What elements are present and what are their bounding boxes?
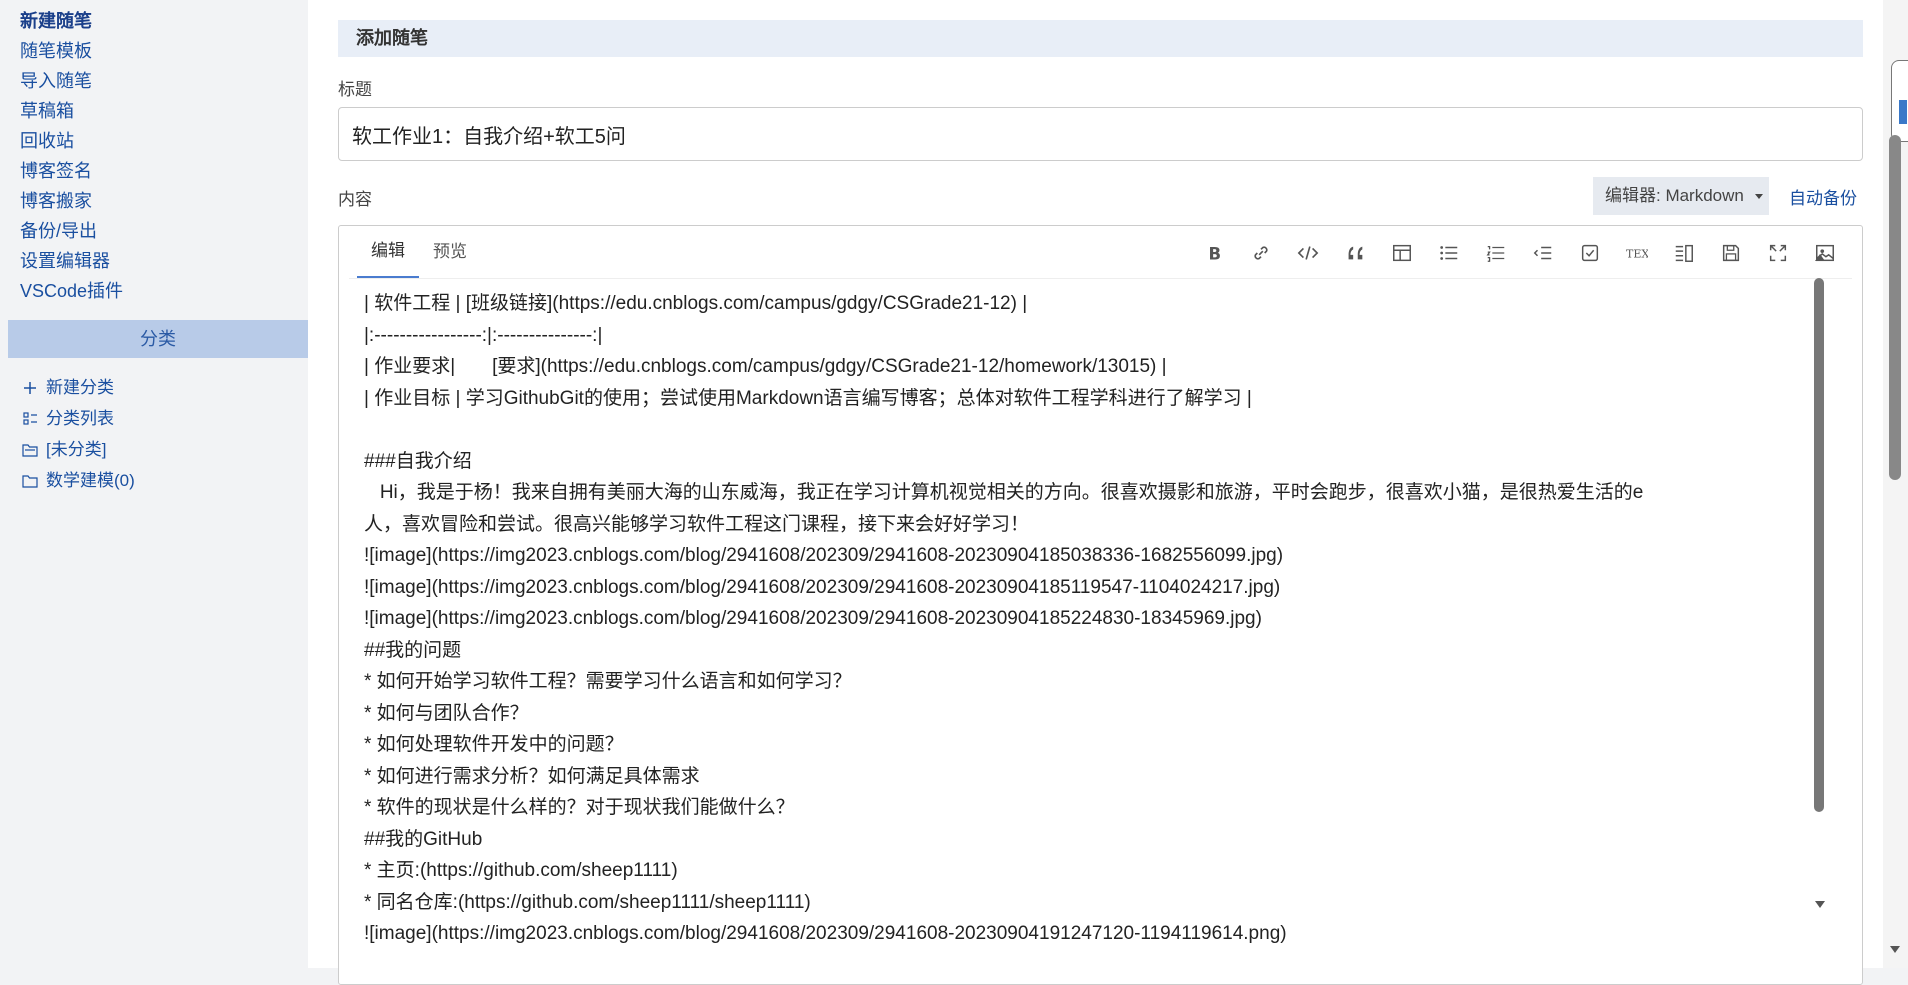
scroll-up-icon[interactable]: [1815, 254, 1825, 261]
indent-icon[interactable]: [1519, 240, 1566, 266]
tex-icon[interactable]: TEX: [1613, 240, 1660, 266]
tab-preview[interactable]: 预览: [419, 226, 481, 278]
category-item-math-modeling[interactable]: 数学建模(0): [20, 465, 308, 496]
content-line: * 如何与团队合作？: [364, 702, 529, 724]
svg-text:TEX: TEX: [1626, 248, 1648, 261]
content-line: * 如何开始学习软件工程？需要学习什么语言和如何学习？: [364, 671, 852, 692]
sidebar: 新建随笔 随笔模板 导入随笔 草稿箱 回收站 博客签名 博客搬家 备份/导出 设…: [0, 0, 308, 968]
table-icon[interactable]: [1378, 240, 1425, 266]
sidebar-link-drafts[interactable]: 草稿箱: [20, 96, 308, 126]
page-scrollbar[interactable]: [1883, 0, 1908, 968]
sidebar-link-new-post[interactable]: 新建随笔: [20, 6, 308, 36]
scroll-down-icon[interactable]: [1890, 946, 1900, 953]
code-icon[interactable]: [1284, 240, 1331, 266]
category-item-label: 新建分类: [46, 378, 114, 397]
category-item-uncategorized[interactable]: [未分类]: [20, 434, 308, 465]
sidebar-link-blog-migration[interactable]: 博客搬家: [20, 186, 308, 216]
editor-type-label: 编辑器: Markdown: [1605, 186, 1744, 205]
markdown-content-textarea[interactable]: | 软件工程 | [班级链接](https://edu.cnblogs.com/…: [364, 288, 1814, 950]
markdown-editor: 编辑 预览 B TEX | 软件工程 | [班级链接](https://edu.…: [338, 225, 1863, 985]
list-icon: [20, 411, 40, 427]
autosave-link[interactable]: 自动备份: [1789, 184, 1857, 209]
content-line: ###自我介绍: [364, 450, 472, 472]
section-title: 添加随笔: [338, 20, 1863, 57]
main-content: 添加随笔 标题 内容 编辑器: Markdown 自动备份 编辑 预览 B: [308, 0, 1883, 985]
content-line: ![image](https://img2023.cnblogs.com/blo…: [364, 576, 1281, 598]
title-label: 标题: [338, 80, 372, 99]
content-line: * 同名仓库:(https://github.com/sheep1111/she…: [364, 891, 811, 913]
category-list: 新建分类 分类列表 [未分类] 数学建模(0): [0, 358, 308, 496]
category-header: 分类: [8, 320, 308, 358]
folder-icon: [20, 473, 40, 489]
bulleted-list-icon[interactable]: [1425, 240, 1472, 266]
content-line: ![image](https://img2023.cnblogs.com/blo…: [364, 923, 1287, 944]
quote-icon[interactable]: [1331, 240, 1378, 266]
content-line: ##我的问题: [364, 639, 462, 661]
scroll-down-icon[interactable]: [1815, 901, 1825, 908]
category-item-label: 数学建模(0): [46, 471, 135, 490]
content-line: * 如何处理软件开发中的问题？: [364, 734, 624, 755]
content-line: * 主页:(https://github.com/sheep1111): [364, 860, 678, 881]
sidebar-links: 新建随笔 随笔模板 导入随笔 草稿箱 回收站 博客签名 博客搬家 备份/导出 设…: [0, 0, 308, 306]
category-item-label: 分类列表: [46, 409, 114, 428]
sidebar-link-import-post[interactable]: 导入随笔: [20, 66, 308, 96]
page-scroll-thumb[interactable]: [1889, 135, 1901, 480]
scroll-thumb[interactable]: [1814, 278, 1824, 812]
divider: [349, 278, 1852, 279]
content-label: 内容: [338, 190, 372, 209]
content-line: 人，喜欢冒险和尝试。很高兴能够学习软件工程这门课程，接下来会好好学习！: [364, 513, 1030, 535]
content-line: | 作业要求| [要求](https://edu.cnblogs.com/cam…: [364, 356, 1167, 377]
sidebar-link-blog-signature[interactable]: 博客签名: [20, 156, 308, 186]
sidebar-link-vscode-plugin[interactable]: VSCode插件: [20, 276, 308, 306]
editor-tabs: 编辑 预览: [357, 226, 481, 278]
content-line: [364, 414, 1814, 446]
content-line: * 如何进行需求分析？如何满足具体需求: [364, 765, 700, 787]
caret-down-icon: [1754, 194, 1763, 200]
plus-icon: [20, 380, 40, 396]
category-item-label: [未分类]: [46, 440, 107, 459]
tab-edit[interactable]: 编辑: [357, 226, 419, 278]
sidebar-link-backup-export[interactable]: 备份/导出: [20, 216, 308, 246]
category-item-new[interactable]: 新建分类: [20, 372, 308, 403]
title-input[interactable]: [338, 107, 1863, 161]
content-line: Hi，我是于杨！我来自拥有美丽大海的山东威海，我正在学习计算机视觉相关的方向。很…: [364, 482, 1644, 503]
sidebar-link-editor-settings[interactable]: 设置编辑器: [20, 246, 308, 276]
svg-text:B: B: [1208, 244, 1221, 263]
side-widget-handle[interactable]: [1899, 100, 1907, 124]
sidebar-link-recycle-bin[interactable]: 回收站: [20, 126, 308, 156]
editor-type-select[interactable]: 编辑器: Markdown: [1593, 177, 1769, 215]
editor-toolbar: B TEX: [1190, 240, 1848, 266]
content-line: ![image](https://img2023.cnblogs.com/blo…: [364, 545, 1284, 566]
save-icon[interactable]: [1707, 240, 1754, 266]
content-line: | 软件工程 | [班级链接](https://edu.cnblogs.com/…: [364, 293, 1028, 314]
sidebar-link-post-template[interactable]: 随笔模板: [20, 36, 308, 66]
numbered-list-icon[interactable]: [1472, 240, 1519, 266]
folder-open-icon: [20, 442, 40, 458]
content-line: |:-----------------:|:---------------:|: [364, 324, 603, 346]
checkbox-icon[interactable]: [1566, 240, 1613, 266]
bold-icon[interactable]: B: [1190, 240, 1237, 266]
fullscreen-icon[interactable]: [1754, 240, 1801, 266]
content-line: | 作业目标 | 学习GithubGit的使用；尝试使用Markdown语言编写…: [364, 387, 1252, 409]
category-item-list[interactable]: 分类列表: [20, 403, 308, 434]
content-line: * 软件的现状是什么样的？对于现状我们能做什么？: [364, 797, 795, 818]
columns-icon[interactable]: [1660, 240, 1707, 266]
editor-scrollbar[interactable]: [1814, 246, 1826, 908]
content-line: ##我的GitHub: [364, 828, 483, 850]
link-icon[interactable]: [1237, 240, 1284, 266]
content-line: ![image](https://img2023.cnblogs.com/blo…: [364, 608, 1262, 629]
